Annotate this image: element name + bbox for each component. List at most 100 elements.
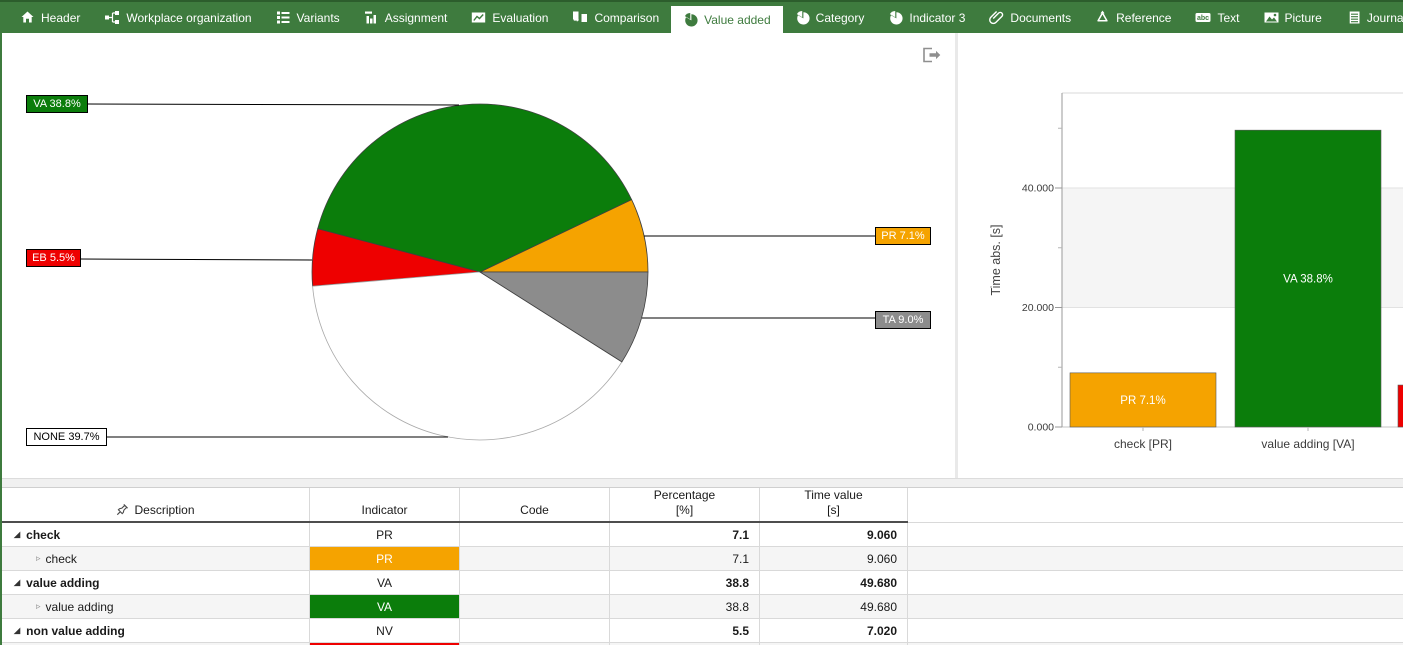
column-header-description[interactable]: Description — [2, 488, 310, 521]
toolbar-tab-label: Journal — [1367, 11, 1403, 25]
pin-icon — [116, 503, 129, 516]
toolbar-tab-text[interactable]: abc Text — [1183, 2, 1251, 33]
toolbar-tab-indicator-3[interactable]: Indicator 3 — [876, 2, 977, 33]
cell-code — [460, 523, 610, 546]
expander-expanded-icon[interactable]: ◢ — [14, 626, 20, 635]
bar-chart: 0.00020.00040.000Time abs. [s]PR 7.1%che… — [958, 33, 1403, 478]
charts-area: PR 7.1%VA 38.8%EB 5.5%NONE 39.7%TA 9.0% … — [2, 33, 1403, 478]
bar-chart-panel: 0.00020.00040.000Time abs. [s]PR 7.1%che… — [958, 33, 1403, 478]
pie-icon — [683, 12, 698, 27]
horizontal-splitter[interactable] — [2, 478, 1403, 488]
cell-percentage: 38.8 — [610, 595, 760, 618]
toolbar-tab-label: Workplace organization — [126, 11, 251, 25]
cell-description: ◢non value adding — [2, 619, 310, 642]
cell-description: ◢ check — [2, 523, 310, 546]
indicator-text: NV — [376, 624, 393, 638]
cell-code — [460, 619, 610, 642]
toolbar-tab-evaluation[interactable]: Evaluation — [459, 2, 560, 33]
expander-expanded-icon[interactable]: ◢ — [14, 530, 20, 539]
toolbar-tab-label: Indicator 3 — [909, 11, 965, 25]
journal-icon — [1346, 10, 1361, 25]
row-filler — [908, 523, 1403, 546]
pie-callout-line-EB — [79, 259, 312, 260]
cell-time-value: 49.680 — [760, 571, 908, 594]
column-header-unit: [%] — [676, 503, 693, 517]
toolbar-tab-journal[interactable]: Journal — [1334, 2, 1403, 33]
cell-code — [460, 571, 610, 594]
toolbar-tab-comparison[interactable]: Comparison — [560, 2, 671, 33]
toolbar-tab-reference[interactable]: Reference — [1083, 2, 1183, 33]
toolbar-tab-header[interactable]: Header — [8, 2, 92, 33]
cell-percentage: 7.1 — [610, 523, 760, 546]
bar-value-label: VA 38.8% — [1283, 274, 1333, 286]
cell-description: ▹ value adding — [2, 595, 310, 618]
pie-slice-label-NONE: NONE 39.7% — [26, 428, 107, 446]
column-header-label: Description — [134, 503, 194, 517]
pie-slice-label-VA: VA 38.8% — [26, 95, 88, 113]
table-row[interactable]: ◢non value addingNV5.57.020 — [2, 619, 1403, 643]
chart-box-icon — [471, 10, 486, 25]
cell-code — [460, 547, 610, 570]
x-category-label: value adding [VA] — [1261, 437, 1354, 451]
svg-text:abc: abc — [1197, 15, 1209, 22]
toolbar-tab-documents[interactable]: Documents — [977, 2, 1083, 33]
abc-icon: abc — [1195, 10, 1211, 25]
compare-icon — [572, 10, 588, 25]
indicator-text: VA — [377, 600, 392, 614]
column-header-time[interactable]: Time value[s] — [760, 488, 908, 521]
toolbar-tab-label: Assignment — [385, 11, 448, 25]
column-header-label: Time value — [804, 488, 862, 502]
pie-icon — [888, 10, 903, 25]
pie-slice-label-EB: EB 5.5% — [26, 249, 81, 267]
home-icon — [20, 10, 35, 25]
description-text: check — [26, 528, 60, 542]
pie-slice-label-PR: PR 7.1% — [875, 227, 931, 245]
column-header-label: Percentage — [654, 488, 715, 502]
toolbar-tab-label: Text — [1217, 11, 1239, 25]
row-filler — [908, 571, 1403, 594]
pie-icon — [795, 10, 810, 25]
expander-expanded-icon[interactable]: ◢ — [14, 578, 20, 587]
x-category-label: check [PR] — [1114, 437, 1172, 451]
column-header-unit: [s] — [827, 503, 840, 517]
toolbar-tab-variants[interactable]: Variants — [264, 2, 352, 33]
description-text: value adding — [46, 600, 114, 614]
toolbar-tab-value-added[interactable]: Value added — [671, 6, 783, 33]
column-header-indicator[interactable]: Indicator — [310, 488, 460, 521]
description-text: value adding — [26, 576, 99, 590]
indicator-text: PR — [376, 552, 393, 566]
column-header-label: Code — [520, 503, 549, 517]
cell-indicator: NV — [310, 619, 460, 642]
column-header-code[interactable]: Code — [460, 488, 610, 521]
indicator-text: VA — [377, 576, 392, 590]
table-row[interactable]: ▹value addingVA38.849.680 — [2, 595, 1403, 619]
indicator-text: PR — [376, 528, 393, 542]
pie-callout-line-VA — [86, 104, 459, 105]
cell-indicator: PR — [310, 547, 460, 570]
column-header-label: Indicator — [361, 503, 407, 517]
cell-percentage: 7.1 — [610, 547, 760, 570]
table-row[interactable]: ◢ value adding VA 38.849.680 — [2, 571, 1403, 595]
description-text: check — [46, 552, 77, 566]
export-icon[interactable] — [920, 46, 942, 64]
toolbar-tab-label: Comparison — [594, 11, 659, 25]
toolbar-tab-label: Variants — [297, 11, 340, 25]
toolbar-tab-picture[interactable]: Picture — [1252, 2, 1334, 33]
column-header-percentage[interactable]: Percentage[%] — [610, 488, 760, 521]
toolbar-tab-assignment[interactable]: Assignment — [352, 2, 460, 33]
toolbar-tab-label: Reference — [1116, 11, 1171, 25]
toolbar-tab-category[interactable]: Category — [783, 2, 877, 33]
y-tick-label: 40.000 — [1022, 183, 1054, 195]
bar-value-label: PR 7.1% — [1120, 395, 1165, 407]
table-row[interactable]: ◢ check PR 7.19.060 — [2, 523, 1403, 547]
table-row[interactable]: ▹checkPR7.19.060 — [2, 547, 1403, 571]
value-table: DescriptionIndicatorCodePercentage[%]Tim… — [2, 488, 1403, 645]
toolbar-tab-label: Category — [816, 11, 865, 25]
toolbar-tab-workplace-organization[interactable]: Workplace organization — [92, 2, 263, 33]
expander-collapsed-icon[interactable]: ▹ — [36, 553, 41, 564]
expander-collapsed-icon[interactable]: ▹ — [36, 601, 41, 612]
recycle-icon — [1095, 10, 1110, 25]
cell-percentage: 38.8 — [610, 571, 760, 594]
cell-code — [460, 595, 610, 618]
cell-time-value: 9.060 — [760, 523, 908, 546]
